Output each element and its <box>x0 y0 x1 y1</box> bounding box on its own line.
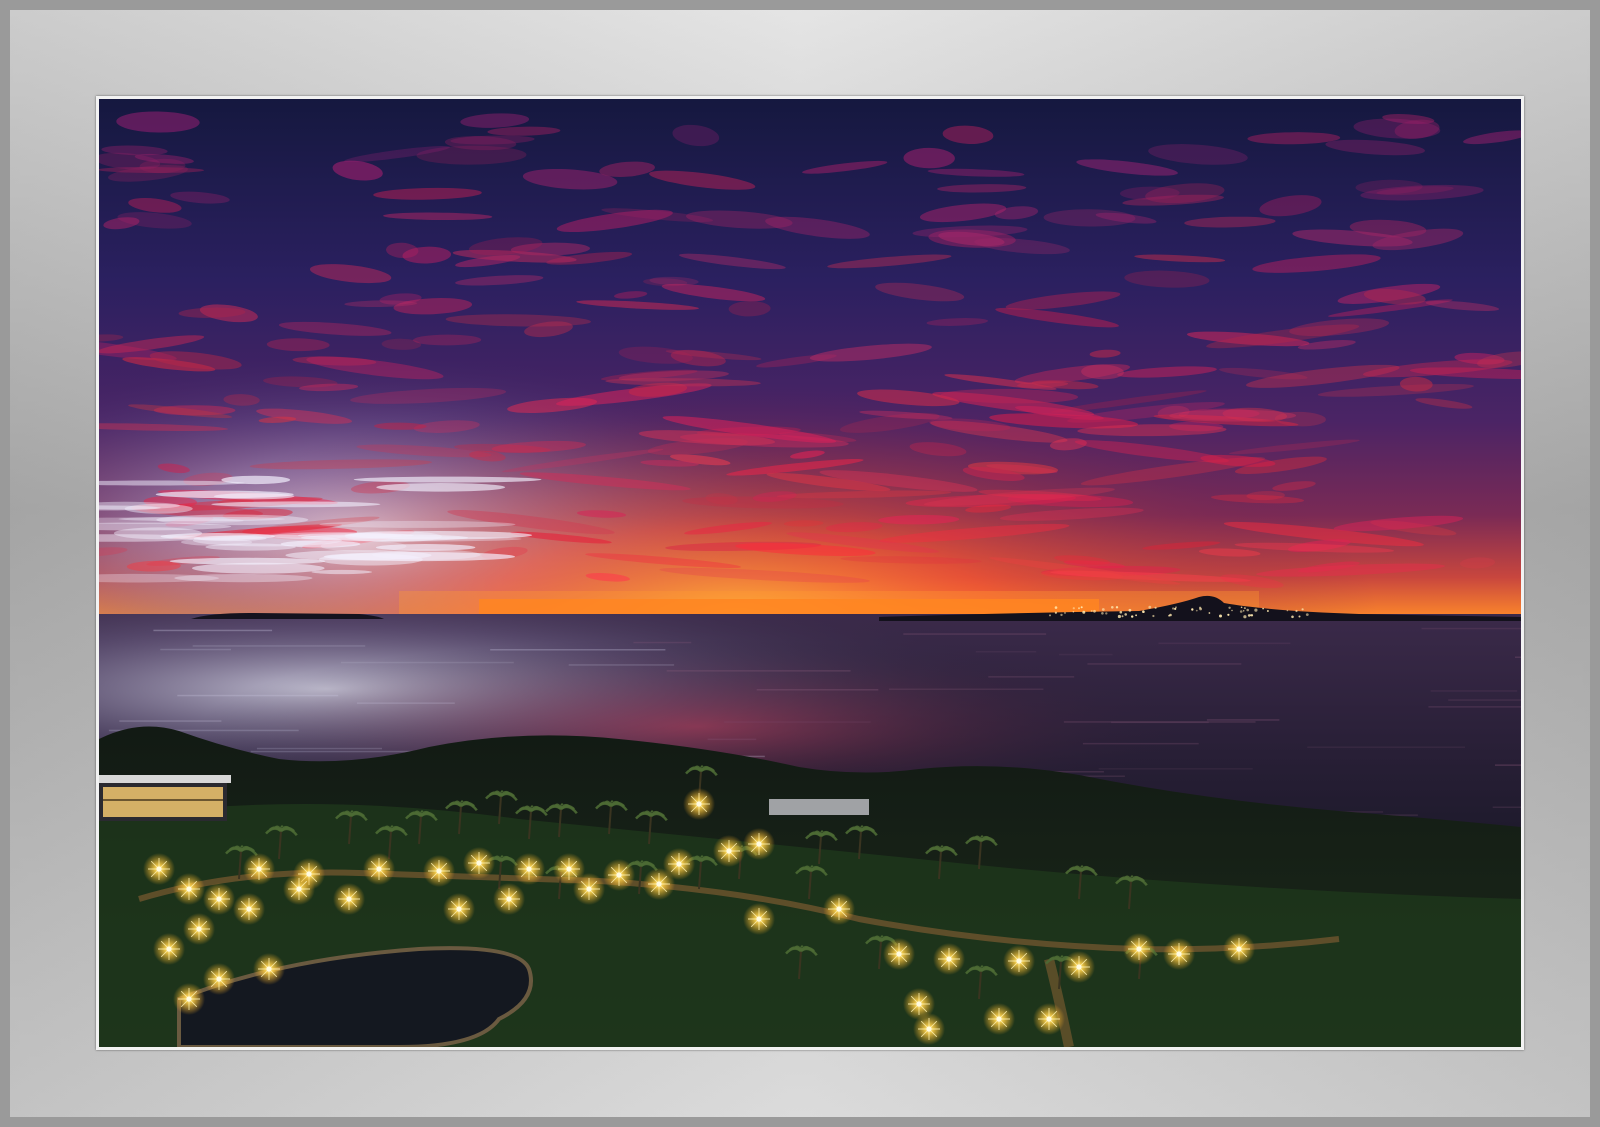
resort-building <box>99 775 231 821</box>
photograph <box>99 99 1521 1047</box>
pavilion <box>769 799 869 815</box>
photo-mat-frame <box>0 0 1600 1127</box>
